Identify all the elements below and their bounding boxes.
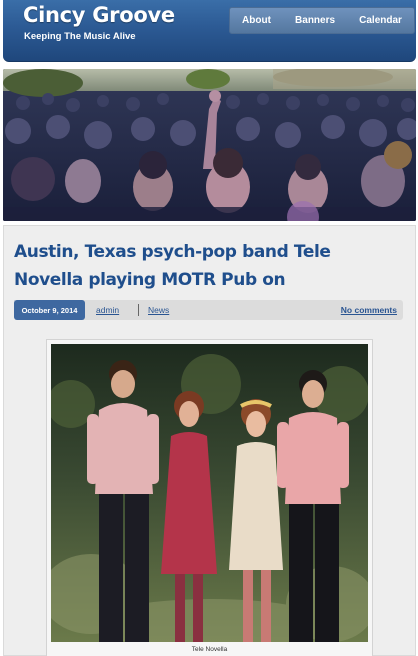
- post-date: October 9, 2014: [14, 300, 85, 320]
- comments-link[interactable]: No comments: [341, 305, 397, 315]
- band-photo-image: [51, 344, 368, 642]
- category-link[interactable]: News: [148, 305, 169, 315]
- nav-calendar[interactable]: Calendar: [359, 15, 402, 26]
- image-caption: Tele Novella: [191, 646, 228, 653]
- post-card: Austin, Texas psych-pop band Tele Novell…: [3, 225, 416, 656]
- nav-about[interactable]: About: [242, 15, 271, 26]
- crowd-image: [3, 69, 416, 221]
- site-tagline: Keeping The Music Alive: [24, 31, 136, 42]
- author-link[interactable]: admin: [96, 305, 119, 315]
- header-banner-image: [3, 69, 416, 221]
- site-header: Cincy Groove Keeping The Music Alive Abo…: [3, 0, 416, 62]
- site-title[interactable]: Cincy Groove: [23, 3, 175, 27]
- post-figure: Tele Novella: [46, 339, 373, 656]
- band-photo[interactable]: [51, 344, 368, 642]
- nav-banners[interactable]: Banners: [295, 15, 335, 26]
- meta-divider: [138, 304, 139, 316]
- post-meta-bar: October 9, 2014 admin News No comments: [14, 300, 403, 320]
- main-nav: About Banners Calendar: [229, 7, 415, 34]
